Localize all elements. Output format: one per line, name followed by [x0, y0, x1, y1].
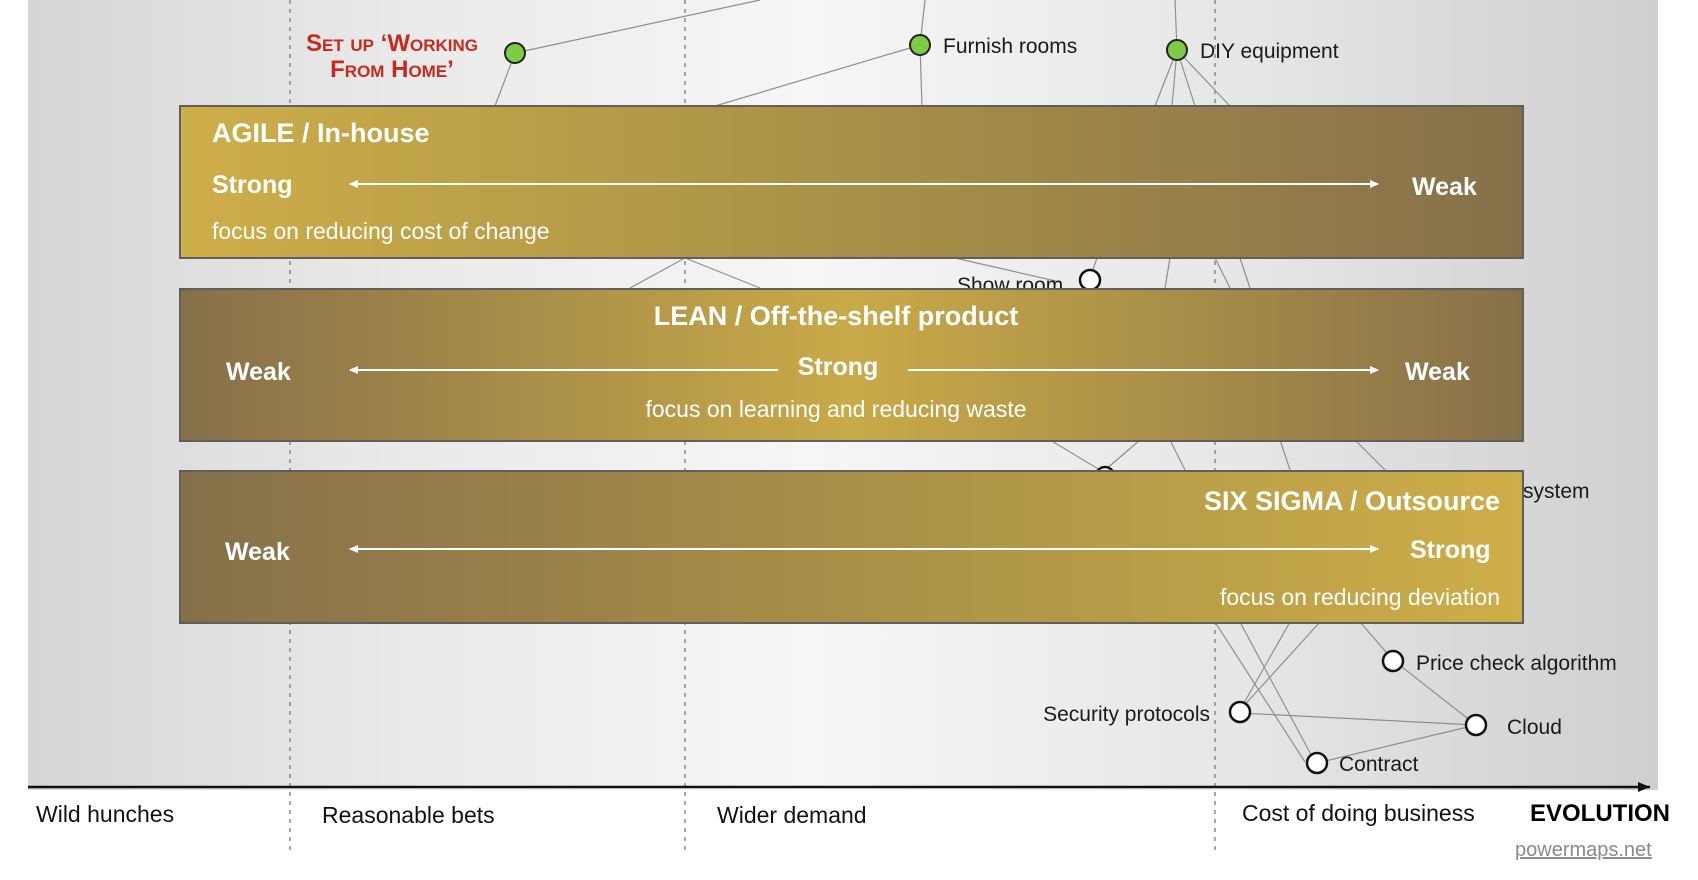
lean-subtitle: focus on learning and reducing waste: [645, 396, 1026, 422]
node-cloud[interactable]: [1464, 713, 1488, 737]
lean-middle-word: Strong: [798, 353, 879, 381]
node-price-check[interactable]: [1381, 649, 1405, 673]
label-furnish-rooms: Furnish rooms: [943, 35, 1077, 58]
label-cloud: Cloud: [1507, 716, 1562, 739]
agile-title: AGILE / In-house: [212, 118, 430, 148]
node-show-room[interactable]: [1078, 268, 1102, 292]
evolution-label: EVOLUTION: [1530, 800, 1670, 827]
agile-band: AGILE / In-house Strong Weak focus on re…: [179, 105, 1524, 259]
lean-right-word: Weak: [1405, 358, 1470, 386]
phase-wild-hunches: Wild hunches: [36, 801, 174, 827]
node-contract[interactable]: [1305, 751, 1329, 775]
lean-title: LEAN / Off-the-shelf product: [654, 301, 1018, 331]
lean-band: LEAN / Off-the-shelf product Weak Strong…: [179, 288, 1524, 442]
sixsigma-title: SIX SIGMA / Outsource: [1204, 486, 1500, 516]
phase-cost-of-business: Cost of doing business: [1242, 800, 1475, 826]
node-diy-equipment[interactable]: [1166, 39, 1188, 61]
phase-reasonable-bets: Reasonable bets: [322, 802, 495, 828]
wfh-title-line2: From Home’: [330, 56, 454, 83]
node-security[interactable]: [1228, 700, 1252, 724]
wfh-title-line1: Set up ‘Working: [306, 30, 478, 57]
node-furnish-rooms[interactable]: [909, 34, 931, 56]
sixsigma-subtitle: focus on reducing deviation: [1220, 584, 1500, 610]
label-system: system: [1523, 480, 1590, 503]
agile-left-word: Strong: [212, 171, 293, 199]
label-price-check: Price check algorithm: [1416, 652, 1617, 675]
sixsigma-right-word: Strong: [1410, 536, 1491, 564]
credit-link[interactable]: powermaps.net: [1515, 839, 1652, 861]
agile-right-word: Weak: [1412, 173, 1477, 201]
node-set-up-wfh[interactable]: [504, 42, 526, 64]
label-contract: Contract: [1339, 753, 1419, 776]
sixsigma-left-word: Weak: [225, 538, 290, 566]
lean-left-word: Weak: [226, 358, 291, 386]
label-security: Security protocols: [1043, 703, 1210, 726]
label-diy-equipment: DIY equipment: [1200, 40, 1339, 63]
sixsigma-band: SIX SIGMA / Outsource Weak Strong focus …: [179, 470, 1524, 624]
agile-subtitle: focus on reducing cost of change: [212, 218, 550, 244]
wardley-map: Set up ‘Working From Home’ Furnish rooms…: [28, 0, 1670, 861]
phase-wider-demand: Wider demand: [717, 802, 867, 828]
